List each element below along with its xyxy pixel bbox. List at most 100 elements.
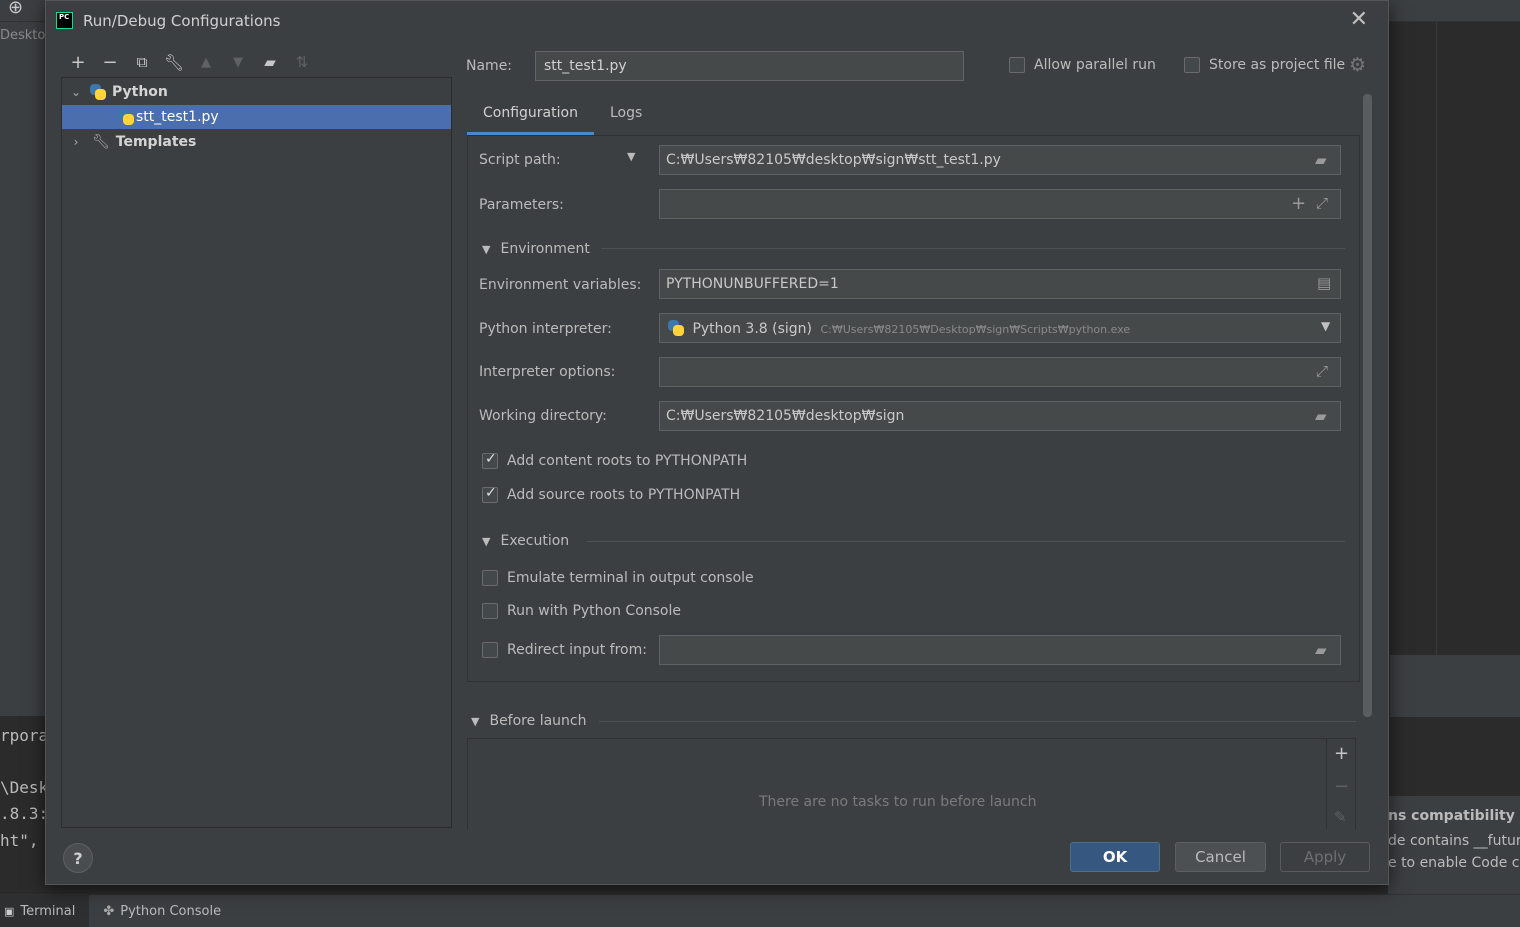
config-tabs: Configuration Logs xyxy=(467,99,658,135)
notification-popup[interactable]: ns compatibility de contains __futur e t… xyxy=(1388,796,1520,894)
cancel-button[interactable]: Cancel xyxy=(1175,842,1266,872)
env-vars-label: Environment variables: xyxy=(479,277,642,293)
expand-icon[interactable]: ⤢ xyxy=(1316,194,1328,212)
close-icon[interactable]: ✕ xyxy=(1350,7,1368,32)
checkbox-box xyxy=(482,451,498,469)
allow-parallel-checkbox[interactable]: Allow parallel run xyxy=(1009,57,1156,73)
checkbox-label: Add content roots to PYTHONPATH xyxy=(507,453,748,469)
new-folder-icon[interactable]: ▰ xyxy=(258,50,282,74)
target-icon[interactable]: ⊕ xyxy=(8,0,23,18)
redirect-input-checkbox[interactable]: Redirect input from: xyxy=(482,642,647,658)
collapse-triangle-icon: ▼ xyxy=(482,242,491,256)
help-button[interactable]: ? xyxy=(63,843,93,873)
copy-icon[interactable]: ⧉ xyxy=(130,50,154,74)
checkbox-box xyxy=(482,603,498,619)
terminal-line: rpora xyxy=(0,726,46,745)
script-type-dropdown-icon[interactable]: ▼ xyxy=(627,150,635,163)
tree-item-python[interactable]: ⌄ Python xyxy=(62,80,451,104)
folder-icon[interactable]: ▰ xyxy=(1315,151,1327,169)
notification-title: ns compatibility xyxy=(1388,808,1515,824)
redirect-input-field[interactable] xyxy=(659,635,1341,665)
remove-icon[interactable]: − xyxy=(98,50,122,74)
ok-button[interactable]: OK xyxy=(1070,842,1160,872)
tree-item-label: stt_test1.py xyxy=(136,109,219,125)
config-toolbar: + − ⧉ 🔧︎ ▲ ▼ ▰ ⇅ xyxy=(66,50,314,74)
parameters-label: Parameters: xyxy=(479,197,564,213)
move-down-icon[interactable]: ▼ xyxy=(226,50,250,74)
section-label: Before launch xyxy=(489,713,587,729)
folder-icon[interactable]: ▰ xyxy=(1315,641,1327,659)
content-roots-checkbox[interactable]: Add content roots to PYTHONPATH xyxy=(482,451,748,469)
run-debug-dialog: PC Run/Debug Configurations ✕ + − ⧉ 🔧︎ ▲… xyxy=(45,0,1389,885)
python-icon xyxy=(668,320,684,336)
gear-icon[interactable]: ⚙ xyxy=(1349,54,1366,76)
emulate-terminal-checkbox[interactable]: Emulate terminal in output console xyxy=(482,570,754,586)
checkbox-box xyxy=(482,642,498,658)
checkbox-box xyxy=(482,570,498,586)
expand-icon[interactable]: ⤢ xyxy=(1316,362,1328,380)
before-launch-list[interactable] xyxy=(467,738,1356,829)
before-launch-section[interactable]: ▼ Before launch xyxy=(471,711,586,731)
edit-task-icon[interactable]: ✎ xyxy=(1334,808,1347,826)
store-project-checkbox[interactable]: Store as project file xyxy=(1184,57,1345,73)
interpreter-label: Python interpreter: xyxy=(479,321,612,337)
interpreter-select[interactable]: Python 3.8 (sign) C:₩Users₩82105₩Desktop… xyxy=(659,313,1341,343)
notification-line: de contains __futur xyxy=(1388,833,1520,849)
checkbox-label: Add source roots to PYTHONPATH xyxy=(507,487,741,503)
tab-configuration[interactable]: Configuration xyxy=(467,99,594,135)
tab-logs[interactable]: Logs xyxy=(594,99,658,135)
python-file-icon xyxy=(118,109,134,125)
tool-tab-python-console[interactable]: ✤ Python Console xyxy=(89,895,235,927)
insert-macro-icon[interactable]: + xyxy=(1291,193,1306,214)
sort-icon[interactable]: ⇅ xyxy=(290,50,314,74)
folder-icon[interactable]: ▰ xyxy=(1315,407,1327,425)
name-label: Name: xyxy=(466,58,513,74)
wrench-icon: 🔧︎ xyxy=(92,134,110,150)
editor-guide-line xyxy=(1436,22,1437,655)
env-vars-input[interactable]: PYTHONUNBUFFERED=1 xyxy=(659,269,1341,299)
python-console-checkbox[interactable]: Run with Python Console xyxy=(482,603,681,619)
checkbox-box xyxy=(1009,57,1025,73)
section-divider xyxy=(599,721,1356,722)
source-roots-checkbox[interactable]: Add source roots to PYTHONPATH xyxy=(482,485,741,503)
ide-splitter xyxy=(1390,655,1520,685)
edit-env-vars-icon[interactable]: ▤ xyxy=(1317,274,1331,292)
apply-button[interactable]: Apply xyxy=(1280,842,1370,872)
script-path-label: Script path: xyxy=(479,152,561,168)
script-path-input[interactable]: C:₩Users₩82105₩desktop₩sign₩stt_test1.py xyxy=(659,145,1341,175)
section-divider xyxy=(601,248,1345,249)
tree-item-label: Python xyxy=(112,84,168,100)
ide-project-panel: Deskto xyxy=(0,22,46,684)
empty-tasks-text: There are no tasks to run before launch xyxy=(759,794,1037,810)
chevron-down-icon[interactable]: ⌄ xyxy=(68,85,84,99)
wrench-icon[interactable]: 🔧︎ xyxy=(162,50,186,74)
add-task-icon[interactable]: + xyxy=(1334,743,1349,764)
vertical-scrollbar[interactable] xyxy=(1363,94,1372,717)
project-path-partial: Deskto xyxy=(0,28,46,43)
add-icon[interactable]: + xyxy=(66,50,90,74)
terminal-line: ht", xyxy=(0,831,39,850)
name-input[interactable]: stt_test1.py xyxy=(535,51,964,81)
tool-tab-terminal[interactable]: ▣ Terminal xyxy=(0,894,90,927)
working-dir-input[interactable]: C:₩Users₩82105₩desktop₩sign xyxy=(659,401,1341,431)
interpreter-path: C:₩Users₩82105₩Desktop₩sign₩Scripts₩pyth… xyxy=(820,323,1131,336)
working-dir-label: Working directory: xyxy=(479,408,607,424)
section-divider xyxy=(587,541,1345,542)
execution-section[interactable]: ▼ Execution xyxy=(482,531,569,551)
tree-item-stt-test1[interactable]: stt_test1.py xyxy=(62,105,451,129)
checkbox-box xyxy=(1184,57,1200,73)
collapse-triangle-icon: ▼ xyxy=(471,714,480,728)
remove-task-icon[interactable]: − xyxy=(1334,776,1349,797)
move-up-icon[interactable]: ▲ xyxy=(194,50,218,74)
tree-item-templates[interactable]: › 🔧︎ Templates xyxy=(62,130,451,154)
chevron-down-icon[interactable]: ▼ xyxy=(1321,319,1330,333)
chevron-right-icon[interactable]: › xyxy=(68,135,84,149)
ide-terminal-header-right xyxy=(1390,685,1520,717)
dialog-titlebar[interactable]: PC Run/Debug Configurations ✕ xyxy=(46,1,1388,41)
before-launch-toolbar: + − ✎ xyxy=(1326,738,1356,829)
environment-section[interactable]: ▼ Environment xyxy=(482,239,590,259)
tree-item-label: Templates xyxy=(115,134,197,150)
interp-options-input[interactable] xyxy=(659,357,1341,387)
parameters-input[interactable] xyxy=(659,189,1341,219)
checkbox-box xyxy=(482,485,498,503)
